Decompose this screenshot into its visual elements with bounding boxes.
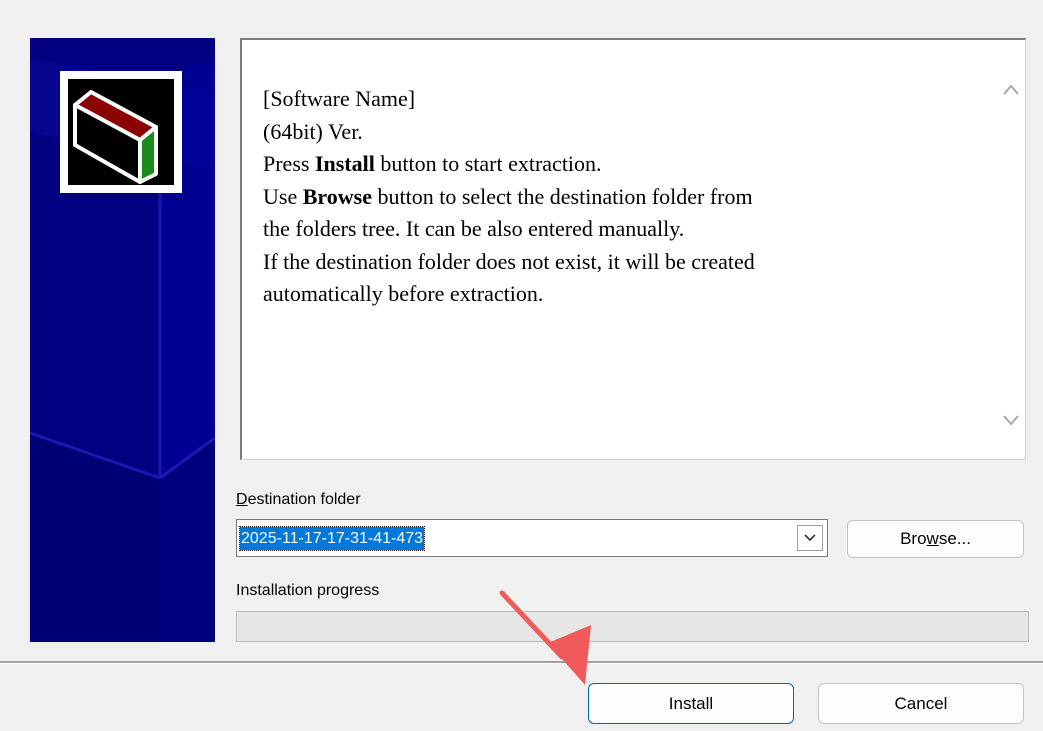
progress-label: Installation progress: [236, 582, 380, 599]
destination-folder-value[interactable]: 2025-11-17-17-31-41-473: [238, 526, 426, 551]
readme-version: (64bit) Ver.: [263, 118, 363, 144]
dropdown-button[interactable]: [797, 525, 823, 551]
text-part: Use: [263, 183, 303, 209]
readme-line-install: Press Install button to start extraction…: [263, 148, 953, 181]
annotation-arrow-icon: [499, 590, 591, 685]
text-bold: Install: [314, 151, 375, 176]
install-button[interactable]: Install: [588, 683, 794, 724]
text-part: button to select the destination folder …: [371, 183, 753, 209]
label-text: estination folder: [247, 491, 361, 508]
readme-content: [Software Name] (64bit) Ver. Press Insta…: [263, 83, 953, 311]
installer-logo: [60, 71, 182, 193]
cancel-button[interactable]: Cancel: [818, 683, 1024, 724]
chevron-down-icon: [804, 534, 816, 542]
box-icon: [73, 90, 158, 184]
text-part: Press: [263, 151, 315, 176]
readme-textbox[interactable]: [Software Name] (64bit) Ver. Press Insta…: [240, 38, 1026, 460]
scroll-down-icon[interactable]: [1001, 410, 1021, 430]
installation-progress-bar: [236, 611, 1029, 642]
btn-text: se...: [938, 529, 971, 548]
readme-line: the folders tree. It can be also entered…: [263, 216, 685, 241]
readme-title: [Software Name]: [263, 86, 416, 111]
destination-folder-combobox[interactable]: 2025-11-17-17-31-41-473: [236, 519, 828, 557]
text-part: button to start extraction.: [374, 151, 602, 176]
destination-label: Destination folder: [236, 491, 361, 509]
readme-line: automatically before extraction.: [263, 281, 544, 306]
btn-text: Bro: [900, 529, 927, 548]
mnemonic-underline: w: [926, 529, 939, 548]
readme-line-browse: Use Browse button to select the destinat…: [263, 181, 953, 214]
text-bold: Browse: [302, 183, 372, 209]
browse-button[interactable]: Browse...: [847, 520, 1024, 558]
readme-line: If the destination folder does not exist…: [263, 248, 755, 274]
scroll-up-icon[interactable]: [1001, 80, 1021, 100]
mnemonic-underline: D: [236, 491, 248, 508]
